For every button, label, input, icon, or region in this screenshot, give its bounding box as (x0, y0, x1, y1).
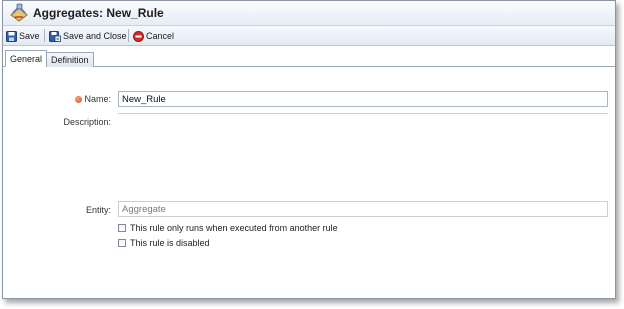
title-bar: Aggregates: New_Rule (3, 1, 615, 26)
window-title: Aggregates: New_Rule (33, 6, 164, 20)
save-button[interactable]: Save (6, 29, 40, 43)
toolbar: Save Save and Close Cancel (3, 26, 615, 46)
description-textarea[interactable] (118, 113, 608, 193)
disabled-checkbox-row[interactable]: This rule is disabled (118, 238, 210, 248)
entity-field (118, 201, 608, 217)
save-label: Save (19, 31, 40, 41)
called-only-checkbox-label: This rule only runs when executed from a… (130, 223, 338, 233)
save-icon (6, 30, 17, 42)
called-only-checkbox[interactable] (118, 224, 126, 232)
tab-general[interactable]: General (5, 50, 48, 67)
cancel-icon (133, 30, 144, 42)
description-label: Description: (63, 117, 111, 127)
cancel-button[interactable]: Cancel (133, 29, 174, 43)
tab-strip: General Definition (3, 47, 615, 67)
rule-editor-window: Aggregates: New_Rule Save Save and Close (2, 0, 616, 299)
save-and-close-button[interactable]: Save and Close (49, 29, 127, 43)
save-and-close-label: Save and Close (63, 31, 127, 41)
cancel-label: Cancel (146, 31, 175, 41)
name-label: Name: (84, 94, 111, 104)
disabled-checkbox-label: This rule is disabled (130, 238, 210, 248)
save-and-close-icon (49, 30, 61, 42)
disabled-checkbox[interactable] (118, 239, 126, 247)
called-only-checkbox-row[interactable]: This rule only runs when executed from a… (118, 223, 338, 233)
toolbar-separator (128, 29, 129, 42)
tab-definition[interactable]: Definition (46, 52, 94, 67)
toolbar-separator (44, 29, 45, 42)
name-input[interactable] (118, 91, 608, 107)
aggregates-app-icon (8, 3, 30, 23)
entity-label: Entity: (85, 205, 111, 215)
